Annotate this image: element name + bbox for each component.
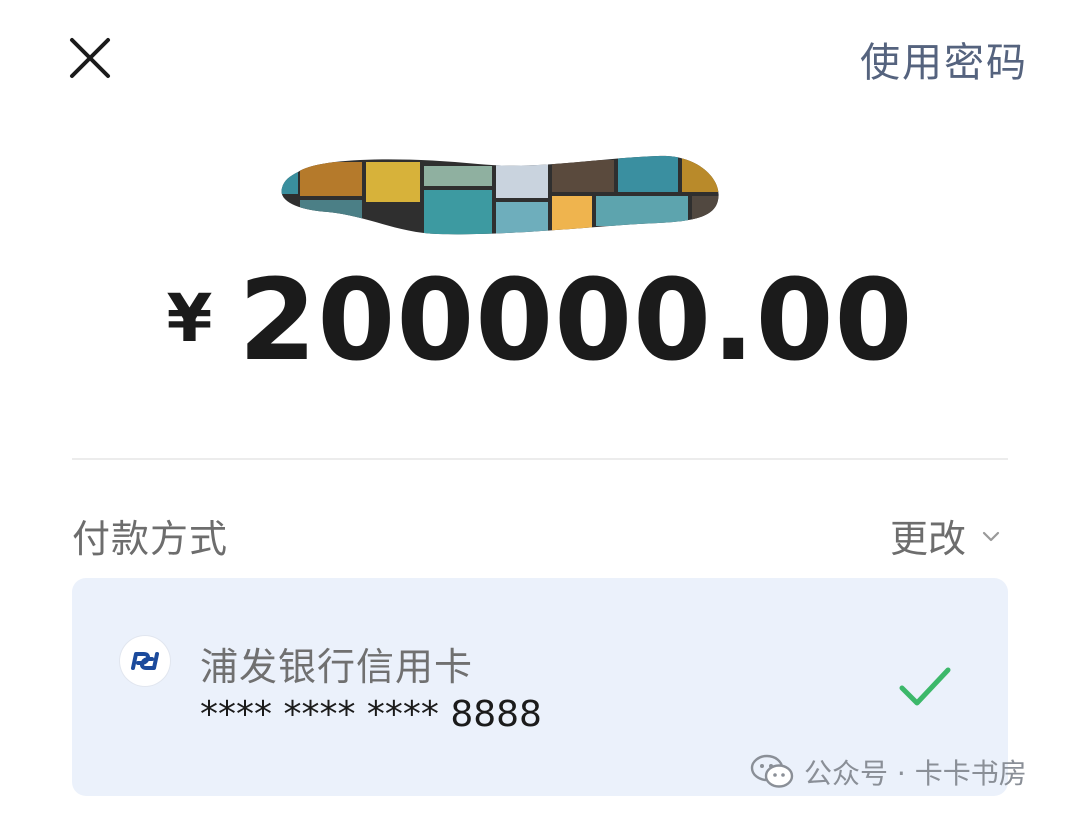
payment-amount: ¥200000.00 (0, 256, 1080, 386)
watermark-text: 公众号 · 卡卡书房 (804, 757, 1027, 790)
amount-value: 200000.00 (238, 256, 914, 386)
use-password-button[interactable]: 使用密码 (860, 30, 1028, 88)
close-button[interactable] (66, 34, 114, 82)
payment-method-label: 付款方式 (72, 517, 229, 561)
divider (72, 458, 1008, 460)
wechat-icon (750, 754, 794, 788)
change-payment-method-button[interactable]: 更改 (890, 508, 1002, 563)
chevron-down-icon (982, 531, 1000, 541)
currency-symbol: ¥ (166, 280, 213, 357)
redacted-payee-name (281, 155, 719, 235)
card-number: **** **** **** 8888 (200, 694, 542, 735)
spdb-bank-logo-icon (120, 636, 170, 686)
close-icon (70, 38, 110, 78)
card-name: 浦发银行信用卡 (200, 645, 474, 689)
check-icon (899, 667, 951, 706)
change-label: 更改 (889, 517, 966, 561)
watermark: 公众号 · 卡卡书房 (750, 752, 1027, 792)
